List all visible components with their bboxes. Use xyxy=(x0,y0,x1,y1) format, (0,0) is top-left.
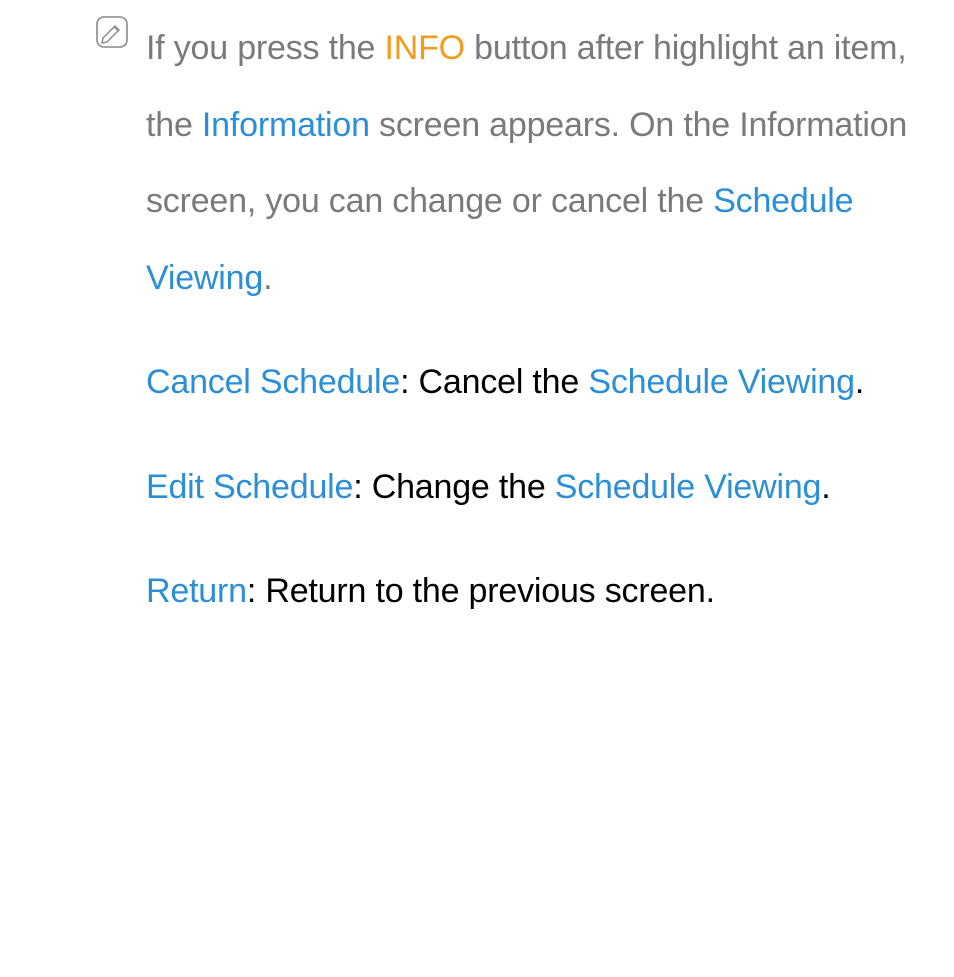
information-term: Information xyxy=(202,106,370,144)
text: : Change the xyxy=(353,468,555,506)
return-term: Return xyxy=(146,572,247,610)
edit-schedule-paragraph: Edit Schedule: Change the Schedule Viewi… xyxy=(146,449,924,526)
text: : Cancel the xyxy=(400,363,588,401)
cancel-schedule-paragraph: Cancel Schedule: Cancel the Schedule Vie… xyxy=(146,344,924,421)
text: . xyxy=(855,363,864,401)
schedule-viewing-term: Schedule Viewing xyxy=(555,468,821,506)
cancel-schedule-term: Cancel Schedule xyxy=(146,363,400,401)
schedule-viewing-term: Schedule Viewing xyxy=(588,363,854,401)
text: : Return to the previous screen. xyxy=(247,572,715,610)
text: . xyxy=(263,259,272,297)
return-paragraph: Return: Return to the previous screen. xyxy=(146,553,924,630)
info-button-label: INFO xyxy=(385,29,465,67)
text: If you press the xyxy=(146,29,385,67)
document-body: If you press the INFO button after highl… xyxy=(146,10,924,630)
edit-schedule-term: Edit Schedule xyxy=(146,468,353,506)
note-icon xyxy=(95,15,129,49)
note-paragraph: If you press the INFO button after highl… xyxy=(146,10,924,316)
text: . xyxy=(821,468,830,506)
